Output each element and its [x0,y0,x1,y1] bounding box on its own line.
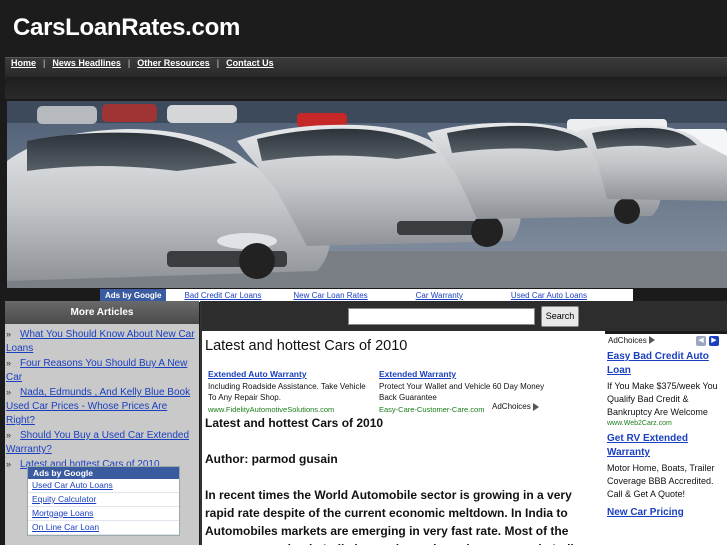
site-title[interactable]: CarsLoanRates.com [13,14,240,42]
nav-separator: | [216,58,220,68]
article-link[interactable]: » Should You Buy a Used Car Extended Warr… [6,428,198,457]
nav-separator: | [127,58,131,68]
right-ad-title[interactable]: Get RV Extended Warranty [607,432,725,460]
top-ad-link-car-warranty[interactable]: Car Warranty [416,291,463,300]
sidebar-ads-by-google[interactable]: Ads by Google [28,467,179,479]
article-list: » What You Should Know About New Car Loan… [5,324,199,472]
right-ad[interactable]: Get RV Extended Warranty Motor Home, Boa… [607,432,725,501]
right-ad-title[interactable]: New Car Pricing [607,506,725,520]
banner-image [7,101,727,288]
right-ad-url[interactable]: www.Web2Carz.com [607,420,725,427]
bullet-icon: » [6,358,12,368]
nav-bar: Home | News Headlines | Other Resources … [5,57,727,99]
sidebar-ads: Ads by Google Used Car Auto Loans Equity… [27,466,180,536]
article-heading: Latest and hottest Cars of 2010 [205,416,384,430]
article-author: Author: parmod gusain [205,452,338,466]
page-title: Latest and hottest Cars of 2010 [205,338,408,354]
bullet-icon: » [6,430,12,440]
nav-news-headlines[interactable]: News Headlines [52,58,121,68]
nav-other-resources[interactable]: Other Resources [137,58,210,68]
sidebar-ad-link[interactable]: Mortgage Loans [28,507,179,521]
inline-ad-desc: Including Roadside Assistance. Take Vehi… [208,382,366,402]
sidebar-ad-link[interactable]: On Line Car Loan [28,521,179,535]
nav-menu: Home | News Headlines | Other Resources … [11,58,274,68]
adchoices-icon [532,402,539,411]
inline-ad-url[interactable]: www.FidelityAutomotiveSolutions.com [208,405,376,414]
right-ad[interactable]: New Car Pricing [607,506,725,520]
search-button[interactable]: Search [541,306,579,327]
next-arrow-icon[interactable]: ▶ [709,336,719,346]
right-ad-desc: If You Make $375/week You Qualify Bad Cr… [607,381,718,417]
right-adchoices[interactable]: AdChoices [608,335,655,345]
inline-ad-desc: Protect Your Wallet and Vehicle 60 Day M… [379,382,545,402]
bullet-icon: » [6,329,12,339]
adchoices-label[interactable]: AdChoices [492,402,539,411]
bullet-icon: » [6,459,12,469]
nav-home[interactable]: Home [11,58,36,68]
sidebar: More Articles » What You Should Know Abou… [5,301,199,545]
article-paragraph: In recent times the World Automobile sec… [205,488,588,545]
right-ad[interactable]: Easy Bad Credit Auto Loan If You Make $3… [607,350,725,427]
article-link[interactable]: » Four Reasons You Should Buy A New Car [6,356,198,385]
search-input[interactable] [348,308,535,325]
main-content: Search Latest and hottest Cars of 2010 E… [200,301,727,545]
right-ad-desc: Motor Home, Boats, Trailer Coverage BBB … [607,463,715,499]
inline-ad[interactable]: Extended Auto Warranty Including Roadsid… [208,369,376,414]
inline-ad-title[interactable]: Extended Warranty [379,369,547,379]
article-body: Latest and hottest Cars of 2010 Author: … [205,414,600,545]
right-ads-header: AdChoices ◀ ▶ [605,334,727,348]
article-link[interactable]: » What You Should Know About New Car Loan… [6,327,198,356]
top-ad-link-bad-credit[interactable]: Bad Credit Car Loans [184,291,261,300]
bullet-icon: » [6,387,12,397]
site-header: CarsLoanRates.com [0,0,727,57]
prev-arrow-icon[interactable]: ◀ [696,336,706,346]
sidebar-ad-link[interactable]: Used Car Auto Loans [28,479,179,493]
right-ad-title[interactable]: Easy Bad Credit Auto Loan [607,350,725,378]
search-bar: Search [202,301,727,331]
article-link[interactable]: » Nada, Edmunds , And Kelly Blue Book Use… [6,385,198,428]
nav-contact-us[interactable]: Contact Us [226,58,274,68]
right-ads-list: Easy Bad Credit Auto Loan If You Make $3… [607,350,725,525]
sidebar-title: More Articles [5,301,199,324]
inline-ad-title[interactable]: Extended Auto Warranty [208,369,376,379]
top-ad-link-new-car-loan-rates[interactable]: New Car Loan Rates [293,291,367,300]
adchoices-icon [648,335,655,344]
top-ad-link-used-car-auto-loans[interactable]: Used Car Auto Loans [511,291,587,300]
cars-photo [7,101,727,288]
sidebar-ad-link[interactable]: Equity Calculator [28,493,179,507]
nav-separator: | [43,58,46,68]
